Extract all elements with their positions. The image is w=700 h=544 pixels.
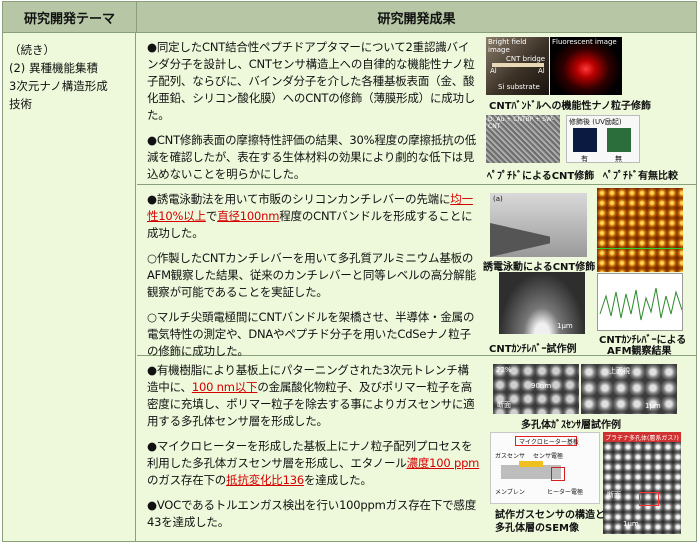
results-table: 研究開発テーマ 研究開発成果 （続き） (2) 異種機能集積 3次元ナノ構造形成… — [2, 1, 697, 542]
cnt-bridge-label: CNT bridge — [506, 55, 546, 63]
section-gas-sensor: ●有機樹脂により基板上にパターニングされた3次元トレンチ構造中に、100 nm以… — [137, 356, 696, 541]
section-cnt-cantilever: ●誘電泳動法を用いて市販のシリコンカンチレバーの先端に均一性10%以上で直径10… — [137, 185, 696, 358]
section3-p2-part-c: を達成した。 — [303, 473, 372, 487]
peptide-comparison-image: 修飾後 (UV励起) 有 無 — [566, 115, 640, 163]
section3-text: ●有機樹脂により基板上にパターニングされた3次元トレンチ構造中に、100 nm以… — [147, 362, 480, 539]
theme-line-4: 技術 — [9, 97, 32, 111]
scale-label: 1μm — [557, 322, 573, 330]
sensor-zoom-box — [551, 467, 565, 481]
heater-label: マイクロヒーター基板 — [519, 439, 579, 446]
theme-line-3: 3次元ナノ構造形成 — [9, 79, 108, 93]
section1-para-2: ●CNT修飾表面の摩擦特性評価の結果、30%程度の摩擦抵抗の低減を確認したが、表… — [147, 133, 477, 181]
header-results: 研究開発成果 — [137, 2, 696, 33]
percent-label: 22% — [496, 366, 512, 374]
section2-para-3: ○マルチ尖頭電極間にCNTバンドルを架橋させ、半導体・金属の電気特性の測定や、D… — [147, 310, 475, 358]
section3-para-2: ●マイクロヒーターを形成した基板上にナノ粒子配列プロセスを利用した多孔体ガスセン… — [147, 438, 480, 489]
caption-peptide-compare: ﾍﾟﾌﾟﾁﾄﾞ有無比較 — [603, 171, 678, 182]
section-label: 断面 — [497, 401, 511, 409]
diameter-highlight: 直径100nm — [217, 209, 280, 223]
concentration-highlight: 濃度100 ppm — [406, 456, 480, 470]
porous-top-image-1: 22% 90nm 断面 — [493, 364, 579, 414]
no-label: 無 — [615, 155, 622, 163]
sensor-label: センサ電極 — [533, 453, 564, 460]
section-cnt-peptide: ●同定したCNT結合性ペプチドアプタマーについて2重認識バインダ分子を設計し、C… — [137, 33, 696, 185]
panel-a-label: (a) — [493, 195, 503, 203]
section2-text: ●誘電泳動法を用いて市販のシリコンカンチレバーの先端に均一性10%以上で直径10… — [147, 191, 480, 368]
scale-1um-label: 1μm — [645, 402, 661, 410]
heater-electrode-label: ヒーター電極 — [547, 489, 584, 496]
cantilever-shape — [490, 223, 550, 257]
fluorescent-label: Fluorescent image — [552, 38, 617, 46]
afm-profile-graph — [597, 273, 683, 331]
afm-profile-line — [599, 287, 682, 321]
caption-afm-2: AFM観察結果 — [607, 346, 672, 357]
al-label-right: Al — [538, 67, 545, 75]
cnt-cantilever-image: 1μm — [499, 272, 585, 334]
section2-para-2: ○作製したCNTカンチレバーを用いて多孔質アルミニウム基板のAFM観察した結果、… — [147, 251, 476, 299]
sem-section-label: 断面 — [607, 491, 621, 499]
theme-cell: （続き） (2) 異種機能集積 3次元ナノ構造形成 技術 — [3, 33, 136, 541]
bright-field-image: Bright field image CNT bridge Al Al Si s… — [486, 37, 549, 95]
sem-scale-label: 1μm — [623, 520, 639, 528]
caption-dielectrophoresis: 誘電泳動によるCNT修飾 — [483, 262, 596, 273]
sensor-film — [519, 461, 543, 467]
afm-scanline — [597, 248, 683, 249]
membrane-label: メンブレン — [495, 489, 525, 496]
section2-p1-part-a: ●誘電泳動法を用いて市販のシリコンカンチレバーの先端に — [147, 192, 451, 206]
si-substrate-label: Si substrate — [498, 83, 540, 91]
section3-para-1: ●有機樹脂により基板上にパターニングされた3次元トレンチ構造中に、100 nm以… — [147, 362, 480, 430]
porous-label: プラチナ多孔体(層系ガス?) — [605, 435, 679, 442]
dielectrophoresis-image: (a) — [490, 193, 587, 257]
header-theme: 研究開発テーマ — [3, 2, 137, 33]
al-label-left: Al — [490, 67, 497, 75]
section2-para-1: ●誘電泳動法を用いて市販のシリコンカンチレバーの先端に均一性10%以上で直径10… — [147, 191, 480, 242]
section1-para-1: ●同定したCNT結合性ペプチドアプタマーについて2重認識バインダ分子を設計し、C… — [147, 40, 476, 122]
afm-image — [597, 188, 683, 272]
sem-label: D: Au + CNTBP + SW-CNT — [488, 116, 554, 130]
gas-label: ガスセンサ — [495, 453, 526, 460]
yes-label: 有 — [581, 155, 588, 163]
porous-sem-image: プラチナ多孔体(層系ガス?) 断面 1μm — [603, 432, 681, 534]
theme-line-1: （続き） — [9, 43, 55, 57]
cnt-bridge-shape — [492, 63, 544, 67]
resistance-ratio-highlight: 抵抗変化比136 — [226, 473, 304, 487]
caption-sensor-structure-2: 多孔体層のSEM像 — [495, 523, 579, 534]
sem-zoom-box — [639, 492, 659, 506]
afm-profile-svg — [599, 287, 682, 321]
porous-top-image-2: 上面視 1μm — [581, 364, 677, 414]
caption-nanoparticle: CNTﾊﾞﾝﾄﾞﾙへの機能性ナノ粒子修飾 — [489, 101, 652, 112]
top-view-label: 上面視 — [609, 367, 630, 375]
90nm-label: 90nm — [531, 382, 552, 390]
bright-field-label: Bright field image — [488, 38, 527, 54]
caption-peptide-cnt: ﾍﾟﾌﾟﾁﾄﾞによるCNT修飾 — [487, 171, 595, 182]
yes-sample — [573, 128, 597, 152]
no-sample — [607, 128, 631, 152]
section3-para-3: ●VOCであるトルエンガス検出を行い100ppmガス存在下で感度43を達成した。 — [147, 498, 477, 529]
caption-porous-layer: 多孔体ｶﾞｽｾﾝｻ層試作例 — [521, 420, 621, 431]
particle-size-highlight: 100 nm以下 — [191, 380, 258, 394]
section3-p2-part-b: のガス存在下の — [147, 473, 227, 487]
gas-sensor-structure-diagram: マイクロヒーター基板 ガスセンサ センサ電極 メンブレン ヒーター電極 — [490, 432, 600, 504]
section1-text: ●同定したCNT結合性ペプチドアプタマーについて2重認識バインダ分子を設計し、C… — [147, 39, 480, 191]
mod-label: 修飾後 (UV励起) — [569, 118, 622, 126]
section2-p1-part-b: で — [205, 209, 218, 223]
fluorescent-image: Fluorescent image — [550, 37, 622, 95]
theme-line-2: (2) 異種機能集積 — [9, 61, 98, 75]
peptide-sem-image: D: Au + CNTBP + SW-CNT — [486, 115, 560, 163]
caption-cantilever: CNTｶﾝﾁﾚﾊﾞｰ試作例 — [489, 344, 577, 355]
